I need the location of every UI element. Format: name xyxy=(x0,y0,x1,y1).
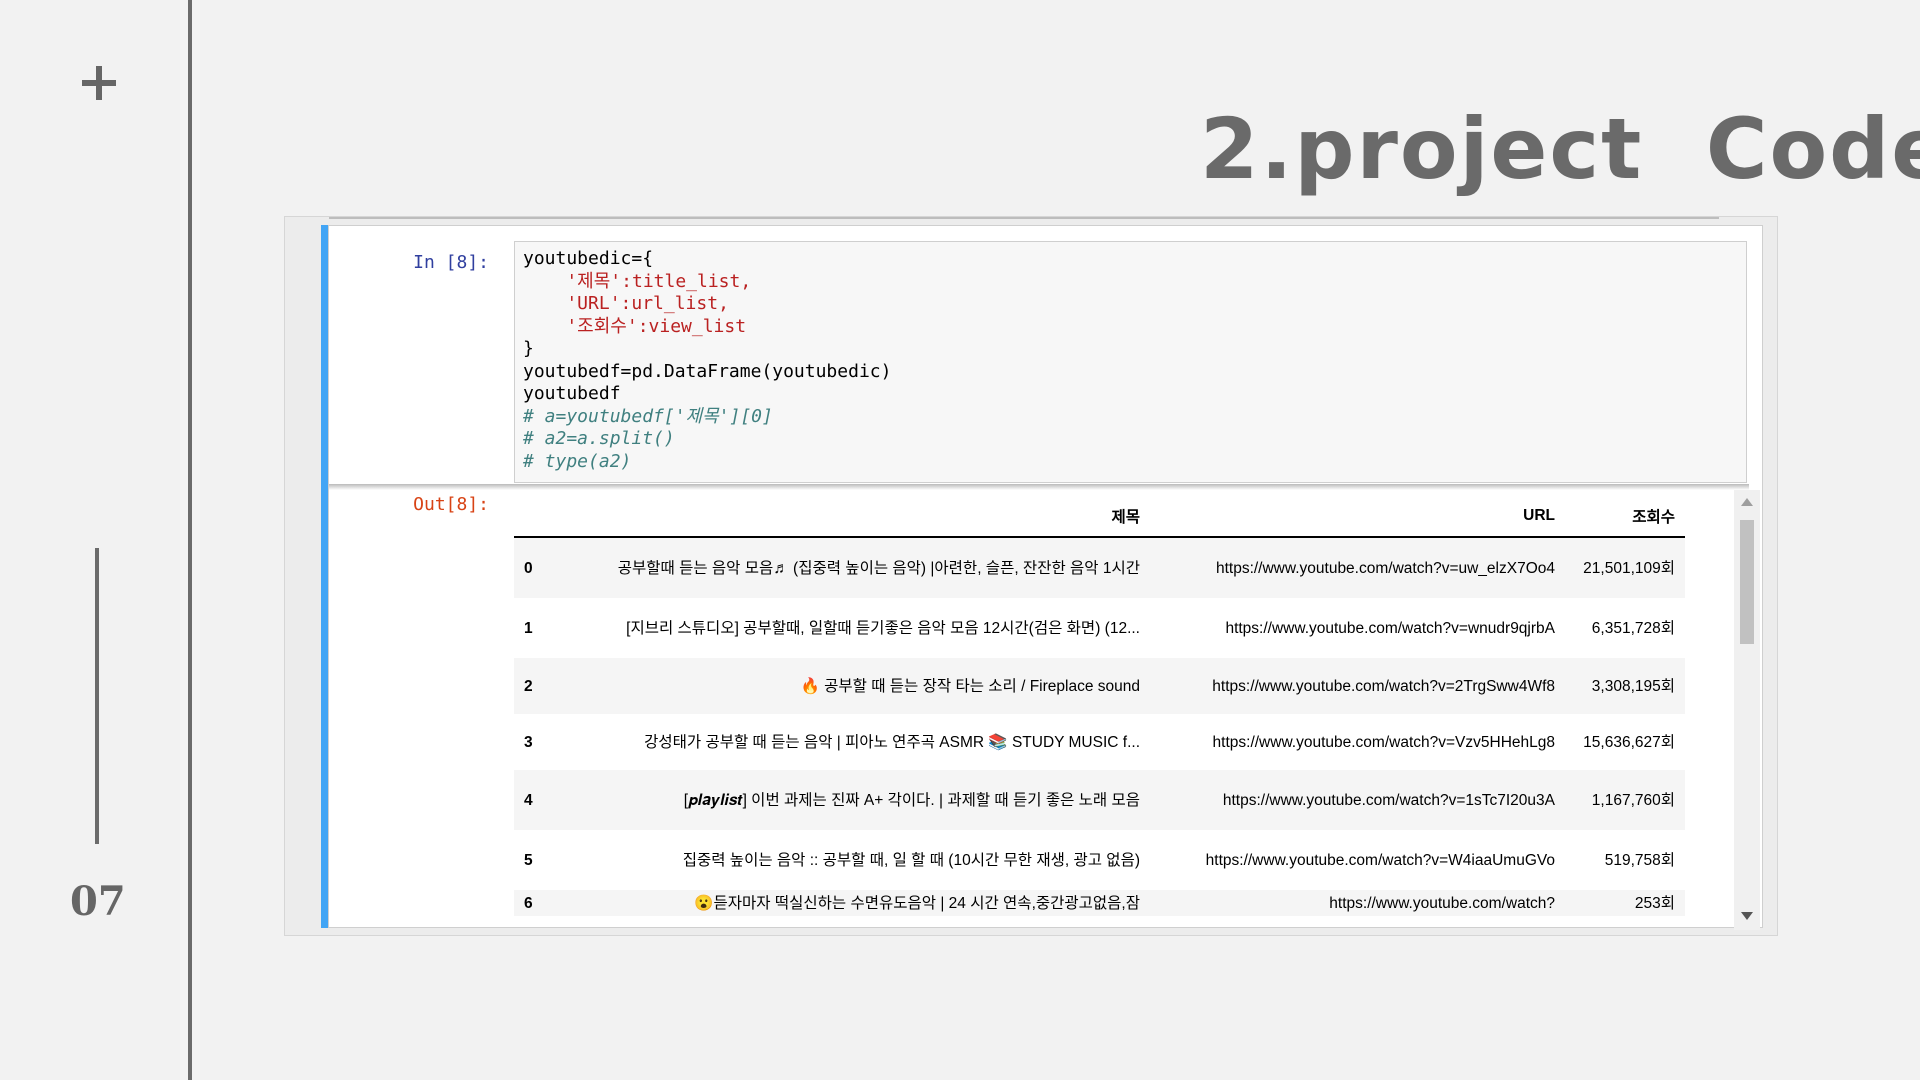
index-header xyxy=(514,496,560,538)
table-row: 3 강성태가 공부할 때 듣는 음악 | 피아노 연주곡 ASMR 📚 STUD… xyxy=(514,714,1685,770)
url-cell: https://www.youtube.com/watch?v=W4iaaUmu… xyxy=(1205,851,1555,869)
table-row: 1 [지브리 스튜디오] 공부할때, 일할때 듣기좋은 음악 모음 12시간(검… xyxy=(514,598,1685,658)
row-index: 6 xyxy=(514,890,560,916)
title-cell: [지브리 스튜디오] 공부할때, 일할때 듣기좋은 음악 모음 12시간(검은 … xyxy=(626,619,1140,637)
code-comment-line: # a=youtubedf['제목'][0] xyxy=(523,405,773,427)
code-line: } xyxy=(523,338,534,359)
row-index: 1 xyxy=(524,619,533,637)
table-header-row: 제목 URL 조회수 xyxy=(514,496,1685,538)
table-row: 6 😮듣자마자 떡실신하는 수면유도음악 | 24 시간 연속,중간광고없음,잠… xyxy=(514,890,1685,916)
code-line: '조회수':view_list xyxy=(523,315,747,337)
views-cell: 3,308,195회 xyxy=(1565,658,1685,714)
title-cell: 집중력 높이는 음악 :: 공부할 때, 일 할 때 (10시간 무한 재생, … xyxy=(682,851,1140,869)
code-line: '제목':title_list, xyxy=(523,270,752,292)
scroll-down-arrow-icon[interactable] xyxy=(1741,912,1753,920)
url-cell: https://www.youtube.com/watch?v=Vzv5HHeh… xyxy=(1212,733,1555,751)
notebook-cell[interactable]: In [8]: youtubedic={ '제목':title_list, 'U… xyxy=(328,225,1763,930)
row-index: 4 xyxy=(514,770,560,830)
dataframe-table: 제목 URL 조회수 0 공부할때 듣는 음악 모음♬ (집중력 높이는 음악)… xyxy=(514,496,1685,916)
url-cell: https://www.youtube.com/watch?v=2TrgSww4… xyxy=(1150,658,1565,714)
code-line: youtubedf=pd.DataFrame(youtubedic) xyxy=(523,360,892,382)
scrollbar-thumb[interactable] xyxy=(1740,520,1754,644)
code-comment-line: # a2=a.split() xyxy=(523,428,675,449)
views-cell: 519,758회 xyxy=(1604,851,1675,869)
table-row: 5 집중력 높이는 음악 :: 공부할 때, 일 할 때 (10시간 무한 재생… xyxy=(514,830,1685,890)
url-cell: https://www.youtube.com/watch?v=wnudr9qj… xyxy=(1225,619,1555,637)
url-cell: https://www.youtube.com/watch? xyxy=(1150,890,1565,916)
views-cell: 21,501,109회 xyxy=(1565,537,1685,598)
url-cell: https://www.youtube.com/watch?v=uw_elzX7… xyxy=(1150,537,1565,598)
title-cell: 공부할때 듣는 음악 모음♬ (집중력 높이는 음악) |아련한, 슬픈, 잔잔… xyxy=(560,537,1150,598)
plus-icon xyxy=(80,64,118,102)
output-prompt: Out[8]: xyxy=(413,494,489,515)
views-cell: 253회 xyxy=(1565,890,1685,916)
output-scrollbar[interactable] xyxy=(1734,490,1760,930)
url-column-header: URL xyxy=(1150,496,1565,538)
table-row: 2 🔥 공부할 때 듣는 장작 타는 소리 / Fireplace sound … xyxy=(514,658,1685,714)
output-area-shadow xyxy=(329,484,1749,490)
views-cell: 15,636,627회 xyxy=(1583,733,1675,751)
code-line: youtubedf xyxy=(523,383,621,404)
table-row: 0 공부할때 듣는 음악 모음♬ (집중력 높이는 음악) |아련한, 슬픈, … xyxy=(514,537,1685,598)
views-cell: 6,351,728회 xyxy=(1591,619,1675,637)
code-comment-line: # type(a2) xyxy=(523,450,632,472)
row-index: 2 xyxy=(514,658,560,714)
vertical-accent-line xyxy=(95,548,99,844)
input-prompt: In [8]: xyxy=(413,252,489,273)
code-line: 'URL':url_list, xyxy=(523,293,729,314)
table-row: 4 [𝒑𝒍𝒂𝒚𝒍𝒊𝒔𝒕] 이번 과제는 진짜 A+ 각이다. | 과제할 때 듣… xyxy=(514,770,1685,830)
notebook-screenshot: In [8]: youtubedic={ '제목':title_list, 'U… xyxy=(284,216,1778,936)
slide-title: 2.project Code xyxy=(1200,100,1920,198)
code-line: youtubedic={ xyxy=(523,248,654,269)
url-cell: https://www.youtube.com/watch?v=1sTc7I20… xyxy=(1150,770,1565,830)
notebook-top-border xyxy=(329,217,1719,219)
title-cell: 😮듣자마자 떡실신하는 수면유도음악 | 24 시간 연속,중간광고없음,잠 xyxy=(560,890,1150,916)
code-editor[interactable]: youtubedic={ '제목':title_list, 'URL':url_… xyxy=(514,241,1747,483)
title-cell: 강성태가 공부할 때 듣는 음악 | 피아노 연주곡 ASMR 📚 STUDY … xyxy=(644,733,1140,751)
row-index: 5 xyxy=(524,851,533,869)
title-cell: [𝒑𝒍𝒂𝒚𝒍𝒊𝒔𝒕] 이번 과제는 진짜 A+ 각이다. | 과제할 때 듣기 … xyxy=(560,770,1150,830)
title-cell: 🔥 공부할 때 듣는 장작 타는 소리 / Fireplace sound xyxy=(560,658,1150,714)
scroll-up-arrow-icon[interactable] xyxy=(1741,498,1753,506)
selected-cell-indicator xyxy=(321,225,328,928)
views-column-header: 조회수 xyxy=(1565,496,1685,538)
output-area[interactable]: 제목 URL 조회수 0 공부할때 듣는 음악 모음♬ (집중력 높이는 음악)… xyxy=(514,496,1734,916)
title-column-header: 제목 xyxy=(560,496,1150,538)
left-rail-divider xyxy=(188,0,192,1080)
row-index: 0 xyxy=(514,537,560,598)
row-index: 3 xyxy=(524,733,533,751)
views-cell: 1,167,760회 xyxy=(1565,770,1685,830)
page-number: 07 xyxy=(70,878,126,925)
